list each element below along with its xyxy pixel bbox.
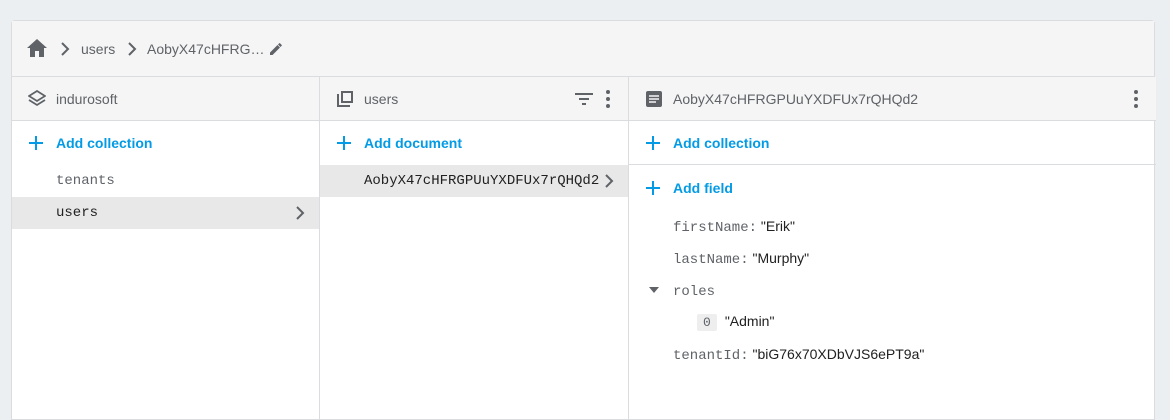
add-field-label: Add field	[673, 180, 733, 196]
list-item-label: users	[56, 205, 99, 221]
field-firstName[interactable]: firstName: "Erik"	[673, 218, 795, 236]
field-key: roles	[673, 284, 716, 300]
add-field-button[interactable]: Add field	[629, 166, 1156, 210]
field-key: firstName:	[673, 220, 758, 236]
project-title: indurosoft	[56, 91, 118, 107]
breadcrumb-item-users[interactable]: users	[81, 41, 115, 57]
field-value: "biG76x70XDbVJS6ePT9a"	[752, 346, 925, 362]
add-collection-label: Add collection	[56, 135, 153, 151]
document-icon	[646, 91, 662, 107]
field-tenantId[interactable]: tenantId: "biG76x70XDbVJS6ePT9a"	[673, 346, 924, 364]
document-title: AobyX47cHFRGPUuYXDFUx7rQHQd2	[673, 91, 919, 107]
add-subcollection-button[interactable]: Add collection	[629, 121, 1156, 165]
layers-icon	[28, 90, 46, 107]
collection-icon	[337, 91, 353, 107]
field-value: "Erik"	[760, 218, 795, 234]
document-column: AobyX47cHFRGPUuYXDFUx7rQHQd2 Add collect…	[629, 77, 1156, 419]
collection-item-tenants[interactable]: tenants	[12, 165, 319, 197]
add-collection-button[interactable]: Add collection	[12, 121, 319, 165]
chevron-right-icon	[296, 206, 305, 220]
document-item[interactable]: AobyX47cHFRGPUuYXDFUx7rQHQd2	[320, 165, 628, 197]
field-lastName[interactable]: lastName: "Murphy"	[673, 250, 809, 268]
plus-icon	[646, 136, 660, 150]
plus-icon	[29, 136, 43, 150]
chevron-right-icon	[128, 42, 137, 56]
add-document-button[interactable]: Add document	[320, 121, 628, 165]
home-icon[interactable]	[26, 38, 48, 58]
plus-icon	[337, 136, 351, 150]
more-vert-icon[interactable]	[1134, 90, 1138, 108]
list-item-label: AobyX47cHFRGPUuYXDFUx7rQHQd2	[364, 173, 600, 189]
plus-icon	[646, 181, 660, 195]
add-document-label: Add document	[364, 135, 462, 151]
more-vert-icon[interactable]	[606, 90, 610, 108]
caret-down-icon[interactable]	[649, 287, 659, 293]
root-column-header: indurosoft	[12, 77, 319, 121]
firestore-panel: users AobyX47cHFRG… indurosoft Add colle…	[11, 20, 1156, 420]
collection-column-header: users	[320, 77, 628, 121]
document-column-header: AobyX47cHFRGPUuYXDFUx7rQHQd2	[629, 77, 1156, 121]
breadcrumb: users AobyX47cHFRG…	[12, 21, 1154, 77]
field-key: lastName:	[673, 252, 749, 268]
filter-icon[interactable]	[575, 93, 593, 105]
field-roles[interactable]: roles	[673, 282, 715, 300]
collection-item-users[interactable]: users	[12, 197, 319, 229]
field-value: "Admin"	[724, 313, 775, 329]
root-column: indurosoft Add collection tenants users	[12, 77, 320, 419]
list-item-label: tenants	[56, 173, 115, 189]
breadcrumb-item-document[interactable]: AobyX47cHFRG…	[147, 41, 264, 57]
field-value: "Murphy"	[752, 250, 810, 266]
pencil-icon[interactable]	[269, 42, 283, 56]
array-index-badge: 0	[697, 314, 717, 331]
collection-column: users Add document AobyX47cHFRGPUuYXDFUx…	[320, 77, 629, 419]
chevron-right-icon	[61, 42, 70, 56]
array-item-0[interactable]: 0 "Admin"	[697, 313, 774, 331]
field-key: tenantId:	[673, 348, 749, 364]
chevron-right-icon	[605, 174, 614, 188]
collection-title: users	[364, 91, 399, 107]
add-subcollection-label: Add collection	[673, 135, 770, 151]
